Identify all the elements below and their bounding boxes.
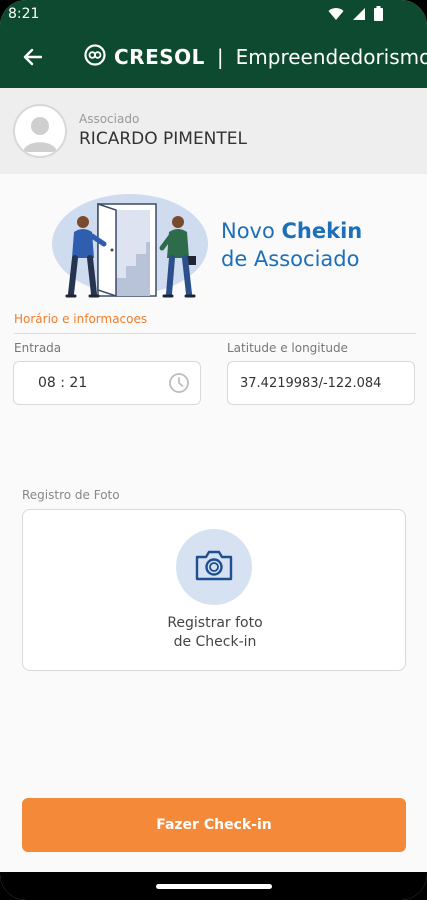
status-bar: 8:21 — [0, 0, 427, 30]
user-name: RICARDO PIMENTEL — [79, 129, 247, 149]
photo-section-label: Registro de Foto — [22, 488, 120, 502]
brand-separator: | — [216, 45, 224, 69]
hero-title-line2: de Associado — [221, 247, 360, 271]
camera-button[interactable] — [176, 529, 252, 605]
location-label: Latitude e longitude — [227, 341, 348, 355]
hero-title: Novo Chekin de Associado — [221, 217, 362, 273]
user-bar: Associado RICARDO PIMENTEL — [0, 88, 427, 174]
entrada-time-field[interactable]: 08 : 21 — [13, 361, 201, 405]
entrada-time-value: 08 : 21 — [38, 375, 88, 391]
photo-caption-line2: de Check-in — [173, 634, 257, 650]
brand-name: CRESOL — [114, 45, 205, 69]
clock-icon[interactable] — [168, 372, 190, 398]
section-divider — [14, 333, 416, 334]
checkin-illustration — [50, 192, 210, 300]
user-avatar-icon — [15, 117, 65, 156]
camera-icon — [194, 548, 234, 586]
back-button[interactable] — [16, 43, 48, 75]
status-time: 8:21 — [8, 6, 40, 22]
home-handle[interactable] — [156, 884, 272, 889]
cell-signal-icon — [352, 6, 366, 25]
app-bar: CRESOL | Empreendedorismo — [0, 30, 427, 88]
location-value: 37.4219983/-122.084 — [240, 375, 382, 391]
navigation-bar — [0, 872, 427, 900]
form-section-title: Horário e informacoes — [14, 312, 148, 326]
checkin-button[interactable]: Fazer Check-in — [22, 798, 406, 852]
hero-title-bold: Chekin — [281, 219, 363, 243]
status-icons — [328, 6, 383, 25]
avatar — [13, 104, 67, 158]
arrow-left-icon — [22, 48, 43, 70]
brand: CRESOL | Empreendedorismo — [84, 44, 427, 70]
battery-icon — [374, 6, 383, 25]
location-field[interactable]: 37.4219983/-122.084 — [227, 361, 415, 405]
photo-caption: Registrar foto de Check-in — [23, 614, 407, 652]
user-role-label: Associado — [79, 112, 140, 126]
cresol-logo-icon — [84, 44, 106, 70]
hero-title-regular: Novo — [221, 219, 282, 243]
entrada-label: Entrada — [14, 341, 62, 355]
wifi-icon — [328, 6, 344, 25]
section-title: Empreendedorismo — [235, 45, 427, 69]
register-photo-card[interactable]: Registrar foto de Check-in — [22, 509, 406, 671]
screen: 8:21 CRESOL | Empreendedorismo Associado… — [0, 0, 427, 900]
photo-caption-line1: Registrar foto — [167, 615, 263, 631]
